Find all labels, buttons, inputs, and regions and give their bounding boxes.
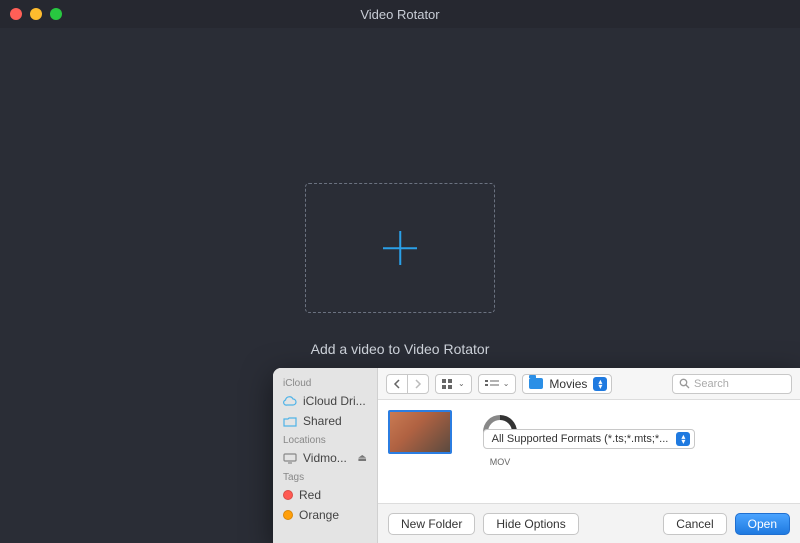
- group-mode-button[interactable]: ⌄: [478, 374, 517, 394]
- select-caret-icon: ▴▾: [676, 432, 690, 446]
- tag-color-dot: [283, 510, 293, 520]
- dialog-sidebar: iCloud iCloud Dri... Shared Locations Vi…: [273, 368, 378, 543]
- window-controls: [10, 8, 62, 20]
- view-mode-button[interactable]: ⌄: [435, 374, 472, 394]
- sidebar-section-tags: Tags: [273, 470, 377, 485]
- shared-folder-icon: [283, 415, 297, 427]
- button-label: New Folder: [401, 517, 462, 531]
- location-label: Movies: [549, 377, 587, 391]
- dropzone-caption: Add a video to Video Rotator: [311, 341, 490, 357]
- chevron-left-icon: [393, 379, 401, 389]
- format-filter-label: All Supported Formats (*.ts;*.mts;*...: [492, 433, 669, 445]
- sidebar-item-label: Shared: [303, 414, 342, 428]
- sidebar-item-label: Vidmo...: [303, 451, 347, 465]
- zoom-window-button[interactable]: [50, 8, 62, 20]
- display-icon: [283, 452, 297, 464]
- button-label: Cancel: [676, 517, 713, 531]
- format-filter-row: All Supported Formats (*.ts;*.mts;*... ▴…: [378, 429, 800, 449]
- titlebar: Video Rotator: [0, 0, 800, 28]
- select-caret-icon: ▴▾: [593, 377, 607, 391]
- cloud-icon: [283, 395, 297, 407]
- sidebar-item-icloud-drive[interactable]: iCloud Dri...: [273, 391, 377, 411]
- sidebar-item-volume[interactable]: Vidmo... ⏏: [273, 448, 377, 468]
- location-popup[interactable]: Movies ▴▾: [522, 374, 612, 394]
- close-window-button[interactable]: [10, 8, 22, 20]
- hide-options-button[interactable]: Hide Options: [483, 513, 578, 535]
- nav-back-forward: [386, 374, 429, 394]
- sidebar-item-label: iCloud Dri...: [303, 394, 366, 408]
- dialog-main-pane: ⌄ ⌄ Movies ▴▾ Search: [378, 368, 800, 543]
- back-button[interactable]: [386, 374, 407, 394]
- sidebar-item-shared[interactable]: Shared: [273, 411, 377, 431]
- group-icon: [485, 379, 499, 389]
- cancel-button[interactable]: Cancel: [663, 513, 726, 535]
- file-label: MOV: [490, 457, 511, 467]
- plus-icon: [383, 231, 417, 265]
- format-filter-select[interactable]: All Supported Formats (*.ts;*.mts;*... ▴…: [483, 429, 696, 449]
- open-file-dialog: iCloud iCloud Dri... Shared Locations Vi…: [273, 368, 800, 543]
- sidebar-tag-red[interactable]: Red: [273, 485, 377, 505]
- sidebar-item-label: Orange: [299, 508, 339, 522]
- dialog-toolbar: ⌄ ⌄ Movies ▴▾ Search: [378, 368, 800, 400]
- sidebar-tag-orange[interactable]: Orange: [273, 505, 377, 525]
- chevron-down-icon: ⌄: [458, 379, 465, 388]
- file-browser[interactable]: MOV All Supported Formats (*.ts;*.mts;*.…: [378, 400, 800, 503]
- chevron-right-icon: [414, 379, 422, 389]
- search-field[interactable]: Search: [672, 374, 792, 394]
- sidebar-item-label: Red: [299, 488, 321, 502]
- forward-button[interactable]: [407, 374, 429, 394]
- search-placeholder: Search: [694, 378, 729, 390]
- sidebar-section-icloud: iCloud: [273, 376, 377, 391]
- search-icon: [679, 378, 690, 389]
- tag-color-dot: [283, 490, 293, 500]
- eject-icon[interactable]: ⏏: [358, 453, 367, 464]
- grid-icon: [442, 379, 454, 389]
- folder-icon: [529, 378, 543, 389]
- chevron-down-icon: ⌄: [503, 379, 510, 388]
- add-video-dropzone[interactable]: [305, 183, 495, 313]
- window-title: Video Rotator: [0, 7, 800, 22]
- button-label: Hide Options: [496, 517, 565, 531]
- minimize-window-button[interactable]: [30, 8, 42, 20]
- sidebar-section-locations: Locations: [273, 433, 377, 448]
- open-button[interactable]: Open: [735, 513, 790, 535]
- dialog-bottom-bar: New Folder Hide Options Cancel Open: [378, 503, 800, 543]
- new-folder-button[interactable]: New Folder: [388, 513, 475, 535]
- button-label: Open: [748, 517, 777, 531]
